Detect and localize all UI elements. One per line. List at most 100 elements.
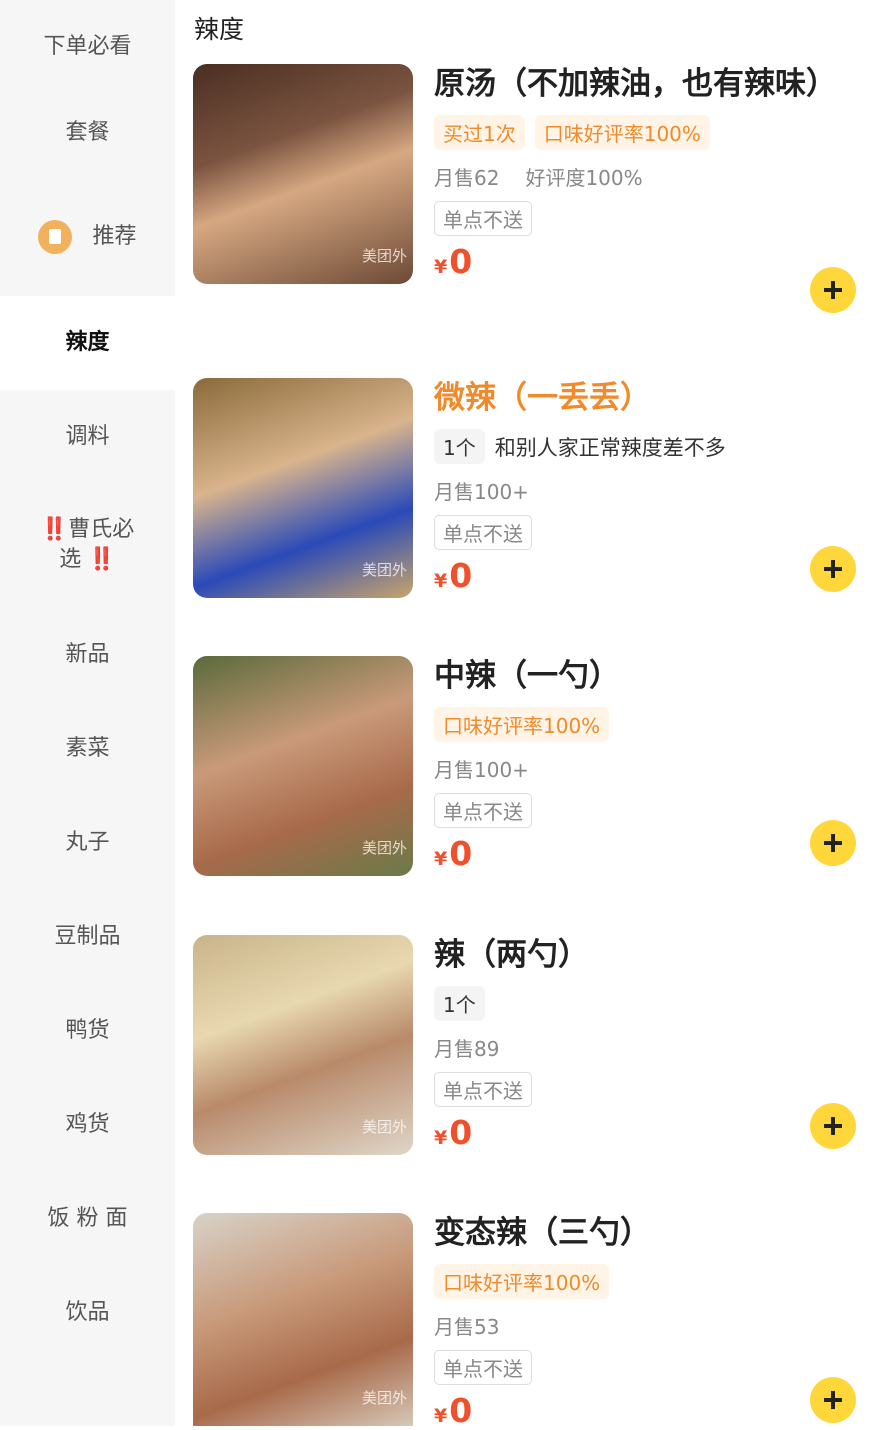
sidebar-item-cao-picks[interactable]: ‼️曹氏必 选 ‼️ — [0, 498, 175, 592]
product-card[interactable]: 美团外 中辣（一勺） 口味好评率100% 月售100+ 单点不送 ¥0 — [193, 656, 873, 886]
currency-symbol: ¥ — [434, 570, 448, 592]
product-image[interactable]: 美团外 — [193, 656, 413, 876]
product-tags: 1个 和别人家正常辣度差不多 — [434, 429, 854, 464]
quantity-badge: 1个 — [434, 429, 485, 464]
taste-rating-badge: 口味好评率100% — [434, 1264, 610, 1299]
watermark: 美团外 — [361, 839, 407, 857]
sidebar-item-label: 饮品 — [65, 1300, 110, 1325]
no-single-delivery-badge: 单点不送 — [434, 201, 532, 236]
product-name: 微辣（一丢丢） — [434, 380, 651, 416]
sidebar-item-vegetables[interactable]: 素菜 — [0, 702, 175, 796]
sidebar-item-tofu[interactable]: 豆制品 — [0, 890, 175, 984]
product-info: 原汤（不加辣油，也有辣味） 买过1次 口味好评率100% 月售62 好评度100%… — [434, 64, 854, 281]
product-name: 原汤（不加辣油，也有辣味） — [434, 66, 837, 102]
monthly-sales: 月售53 — [434, 1315, 500, 1339]
product-tags: 1个 — [434, 986, 854, 1021]
add-to-cart-button[interactable] — [810, 546, 856, 592]
sidebar-item-balls[interactable]: 丸子 — [0, 796, 175, 890]
currency-symbol: ¥ — [434, 1405, 448, 1427]
product-image[interactable]: 美团外 — [193, 935, 413, 1155]
double-exclamation-icon: ‼️ — [88, 547, 116, 572]
double-exclamation-icon: ‼️ — [40, 517, 69, 542]
price-value: 0 — [449, 1113, 473, 1152]
monthly-sales: 月售89 — [434, 1037, 500, 1061]
monthly-sales: 月售100+ — [434, 480, 529, 504]
sidebar-item-label: 素菜 — [65, 736, 110, 761]
add-to-cart-button[interactable] — [810, 820, 856, 866]
sidebar-item-drinks[interactable]: 饮品 — [0, 1266, 175, 1360]
product-price: ¥0 — [434, 1391, 854, 1430]
recommend-badge-icon — [38, 220, 73, 254]
plus-icon — [824, 281, 842, 299]
price-value: 0 — [449, 556, 473, 595]
plus-icon — [824, 1391, 842, 1409]
sidebar-item-label: 下单必看 — [43, 34, 132, 59]
product-info: 中辣（一勺） 口味好评率100% 月售100+ 单点不送 ¥0 — [434, 656, 854, 873]
sidebar-item-seasoning[interactable]: 调料 — [0, 390, 175, 484]
product-name: 辣（两勺） — [434, 937, 589, 973]
add-to-cart-button[interactable] — [810, 267, 856, 313]
no-single-delivery-badge: 单点不送 — [434, 515, 532, 550]
product-tags: 口味好评率100% — [434, 1264, 854, 1299]
sidebar-item-label: 新品 — [65, 642, 110, 667]
product-name: 变态辣（三勺） — [434, 1215, 651, 1251]
product-info: 变态辣（三勺） 口味好评率100% 月售53 单点不送 ¥0 — [434, 1213, 854, 1430]
sidebar-item-label: 调料 — [65, 424, 110, 449]
sidebar-item-spice-level[interactable]: 辣度 — [0, 296, 175, 390]
sidebar-item-order-notice[interactable]: 下单必看 — [0, 0, 175, 94]
sidebar-item-chicken[interactable]: 鸡货 — [0, 1078, 175, 1172]
sidebar-item-label: 饭 粉 面 — [47, 1206, 128, 1231]
purchased-badge: 买过1次 — [434, 115, 525, 150]
product-tags: 买过1次 口味好评率100% — [434, 115, 854, 150]
sidebar-item-label: 鸭货 — [65, 1018, 110, 1043]
product-image[interactable]: 美团外 — [193, 1213, 413, 1426]
add-to-cart-button[interactable] — [810, 1377, 856, 1423]
sidebar-item-combo[interactable]: 套餐 — [0, 86, 175, 180]
price-value: 0 — [449, 834, 473, 873]
product-price: ¥0 — [434, 242, 854, 281]
product-sales: 月售100+ — [434, 476, 854, 505]
sidebar-item-new[interactable]: 新品 — [0, 608, 175, 702]
sidebar-item-label: 套餐 — [65, 120, 110, 145]
sidebar-item-label: 辣度 — [65, 330, 110, 355]
no-single-delivery-badge: 单点不送 — [434, 1072, 532, 1107]
product-tags: 口味好评率100% — [434, 707, 854, 742]
taste-rating-badge: 口味好评率100% — [434, 707, 610, 742]
positive-rating: 好评度100% — [525, 166, 643, 190]
currency-symbol: ¥ — [434, 848, 448, 870]
sidebar-item-rice-noodles[interactable]: 饭 粉 面 — [0, 1172, 175, 1266]
plus-icon — [824, 560, 842, 578]
product-name: 中辣（一勺） — [434, 658, 620, 694]
product-card[interactable]: 美团外 微辣（一丢丢） 1个 和别人家正常辣度差不多 月售100+ 单点不送 ¥… — [193, 378, 873, 608]
product-sales: 月售62 好评度100% — [434, 162, 854, 191]
product-info: 辣（两勺） 1个 月售89 单点不送 ¥0 — [434, 935, 854, 1152]
product-image[interactable]: 美团外 — [193, 64, 413, 284]
sidebar-item-label: 鸡货 — [65, 1112, 110, 1137]
add-to-cart-button[interactable] — [810, 1103, 856, 1149]
price-value: 0 — [449, 242, 473, 281]
taste-rating-badge: 口味好评率100% — [534, 115, 710, 150]
product-card[interactable]: 美团外 辣（两勺） 1个 月售89 单点不送 ¥0 — [193, 935, 873, 1165]
plus-icon — [824, 834, 842, 852]
no-single-delivery-badge: 单点不送 — [434, 793, 532, 828]
watermark: 美团外 — [361, 1389, 407, 1407]
no-single-delivery-badge: 单点不送 — [434, 1350, 532, 1385]
watermark: 美团外 — [361, 561, 407, 579]
plus-icon — [824, 1117, 842, 1135]
category-sidebar: 下单必看 套餐 推荐 辣度 调料 ‼️曹氏必 选 ‼️ 新品 素菜 丸子 豆制品… — [0, 0, 175, 1426]
product-sales: 月售89 — [434, 1033, 854, 1062]
sidebar-item-label-line2: 选 ‼️ — [59, 547, 116, 572]
sidebar-item-label-line1: ‼️曹氏必 — [40, 517, 135, 542]
product-card[interactable]: 美团外 原汤（不加辣油，也有辣味） 买过1次 口味好评率100% 月售62 好评度… — [193, 64, 873, 324]
watermark: 美团外 — [361, 247, 407, 265]
watermark: 美团外 — [361, 1118, 407, 1136]
currency-symbol: ¥ — [434, 256, 448, 278]
product-card[interactable]: 美团外 变态辣（三勺） 口味好评率100% 月售53 单点不送 ¥0 — [193, 1213, 873, 1430]
sidebar-item-duck[interactable]: 鸭货 — [0, 984, 175, 1078]
sidebar-item-recommend[interactable]: 推荐 — [0, 190, 175, 284]
product-description: 和别人家正常辣度差不多 — [494, 435, 726, 460]
product-price: ¥0 — [434, 556, 854, 595]
product-image[interactable]: 美团外 — [193, 378, 413, 598]
product-sales: 月售53 — [434, 1311, 854, 1340]
product-sales: 月售100+ — [434, 754, 854, 783]
